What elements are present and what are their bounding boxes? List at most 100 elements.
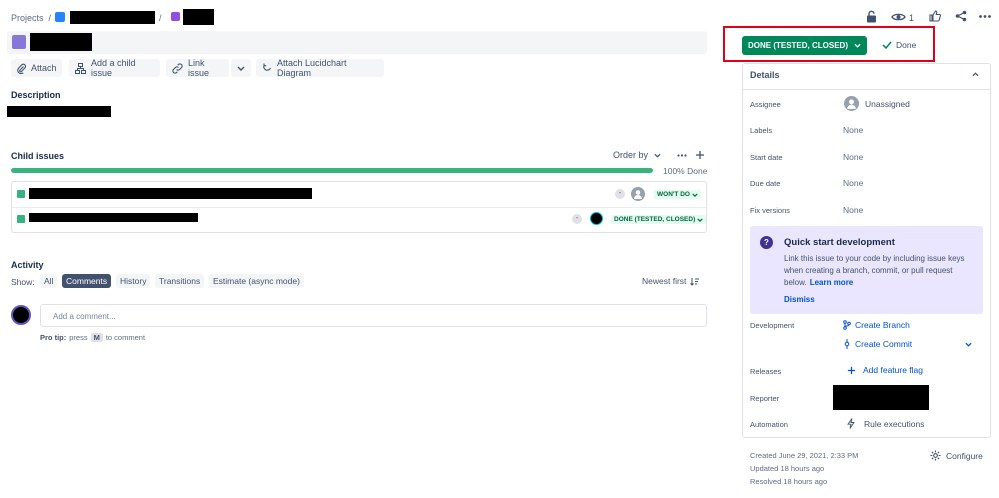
link-icon [172,62,183,74]
comment-placeholder: Add a comment... [53,312,116,321]
order-by-button[interactable]: Order by [613,150,661,160]
status-button-label: DONE (TESTED, CLOSED) [747,41,848,50]
resolved-timestamp: Resolved 18 hours ago [750,477,828,486]
tab-history[interactable]: History [116,274,151,288]
create-branch-link[interactable]: Create Branch [843,320,910,330]
fix-versions-label: Fix versions [750,206,791,215]
tab-all[interactable]: All [40,274,58,288]
lightning-icon [847,418,855,429]
project-icon [55,12,65,22]
start-date-value[interactable]: None [843,152,863,162]
learn-more-link[interactable]: Learn more [810,278,854,287]
fix-versions-value[interactable]: None [843,205,863,215]
updated-timestamp: Updated 18 hours ago [750,464,825,473]
add-child-issue-button[interactable]: Add a child issue [69,58,160,78]
thumbs-up-icon[interactable] [929,10,941,22]
chevron-down-icon [237,66,245,71]
resolution: Done [882,40,916,50]
progress-fill [11,168,653,173]
lucidchart-label: Attach Lucidchart Diagram [277,58,347,78]
redacted-child-issue-1[interactable] [29,188,312,199]
details-heading[interactable]: Details [750,70,780,80]
breadcrumb-projects[interactable]: Projects [11,13,44,23]
sort-button[interactable]: Newest first [642,276,700,286]
chevron-down-icon [697,217,703,222]
quick-start-title: Quick start development [784,237,895,248]
status-lozenge-done[interactable]: DONE (TESTED, CLOSED) [611,215,707,224]
quick-start-body-1: Link this issue to your code by includin… [784,254,965,263]
epic-icon [171,12,180,21]
development-chevron-down-icon[interactable] [965,342,972,347]
sort-icon [690,277,700,286]
paperclip-icon [17,63,26,74]
tab-transitions[interactable]: Transitions [155,274,205,288]
automation-label: Automation [750,420,788,429]
chevron-down-icon [692,192,698,197]
show-label: Show: [11,277,35,287]
quick-start-body-3: below. Learn more [784,278,853,287]
priority-badge: - [615,189,625,199]
attach-lucidchart-button[interactable]: Attach Lucidchart Diagram [256,58,384,78]
branch-icon [843,320,851,330]
progress-track [11,168,653,173]
comment-input[interactable]: Add a comment... [40,304,707,327]
create-branch-label: Create Branch [855,320,910,330]
redacted-reporter[interactable] [833,385,929,410]
avatar-unassigned [844,96,859,111]
add-feature-flag-label: Add feature flag [863,365,924,375]
sort-label: Newest first [642,276,687,286]
attach-button[interactable]: Attach [11,59,62,77]
tab-estimate[interactable]: Estimate (async mode) [209,274,304,288]
status-text: WON'T DO [657,191,690,198]
lock-icon[interactable] [866,10,877,23]
pro-tip-press: press [69,333,88,342]
redacted-description[interactable] [7,106,111,117]
link-issue-button[interactable]: Link issue [166,58,229,78]
redacted-project-name[interactable] [70,11,155,24]
reporter-label: Reporter [750,394,780,403]
collapse-chevron-up-icon[interactable] [972,72,979,77]
hierarchy-icon [75,62,86,74]
rule-executions[interactable]: Rule executions [847,418,924,429]
status-dropdown-button[interactable]: DONE (TESTED, CLOSED) [742,36,867,55]
check-icon [882,41,892,49]
eye-icon[interactable] [891,12,906,22]
tab-comments[interactable]: Comments [62,274,112,288]
add-child-plus-icon[interactable] [695,150,705,160]
breadcrumb: Projects / [11,13,51,23]
priority-badge: - [572,214,582,224]
redacted-issue-title[interactable] [30,33,92,51]
redacted-epic-key[interactable] [183,9,214,25]
more-icon[interactable] [979,15,991,18]
labels-value[interactable]: None [843,125,863,135]
redacted-child-issue-2[interactable] [29,213,198,222]
releases-label: Releases [750,367,782,376]
story-icon [17,215,25,223]
dismiss-button[interactable]: Dismiss [784,295,815,304]
due-date-value[interactable]: None [843,178,863,188]
child-more-icon[interactable] [677,154,687,157]
add-feature-flag-link[interactable]: Add feature flag [847,365,923,375]
labels-label: Labels [750,126,773,135]
resolution-label: Done [896,40,917,50]
created-timestamp: Created June 29, 2021, 2:33 PM [750,451,859,460]
assignee-label: Assignee [750,100,781,109]
create-commit-link[interactable]: Create Commit [843,339,912,349]
attach-label: Attach [31,63,57,73]
assignee-value[interactable]: Unassigned [865,99,910,109]
breadcrumb-separator: / [48,13,52,23]
commit-icon [843,339,851,349]
pro-tip: Pro tip: press M to comment [40,333,145,342]
configure-button[interactable]: Configure [930,450,983,461]
issue-type-icon [12,35,26,49]
more-actions-dropdown[interactable] [231,59,251,77]
share-icon[interactable] [955,10,967,22]
avatar [590,212,603,225]
due-date-label: Due date [750,179,781,188]
progress-label: 100% Done [663,166,708,176]
details-header-divider [743,89,990,90]
avatar-unassigned [631,187,645,201]
create-commit-label: Create Commit [855,339,913,349]
status-lozenge-wont-do[interactable]: WON'T DO [654,190,701,199]
activity-heading: Activity [11,260,44,270]
